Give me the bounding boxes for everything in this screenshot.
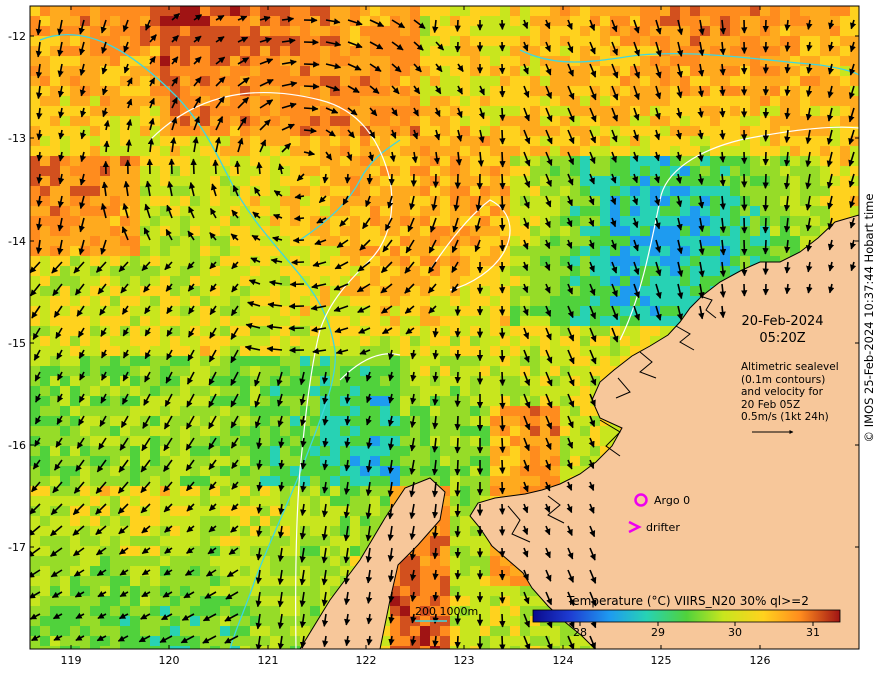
colorbar-tick-label: 30 [728,626,742,639]
lon-tick-label: 121 [257,654,279,667]
time-text: 05:20Z [759,331,806,346]
argo-label: Argo 0 [654,494,691,507]
copyright-text: © IMOS 25-Feb-2024 10:37:44 Hobart time [862,193,876,443]
lon-tick-label: 125 [650,654,672,667]
info-annotation: Altimetric sealevel (0.1m contours) and … [741,361,839,424]
lon-tick-label: 124 [552,654,574,667]
lon-tick-label: 123 [453,654,475,667]
lat-tick-label: -13 [8,132,26,145]
info-line: 20 Feb 05Z [741,398,801,411]
date-annotation: 20-Feb-2024 05:20Z [735,313,830,347]
contour-legend-label: 200 1000m [415,605,479,618]
lat-tick-label: -15 [8,337,26,350]
info-line: 0.5m/s (1kt 24h) [741,411,829,424]
lat-tick-label: -16 [8,439,26,452]
lat-tick-label: -14 [8,235,26,248]
colorbar-tick-label: 28 [573,626,587,639]
colorbar-tick-label: 29 [651,626,665,639]
colorbar [532,609,841,623]
lat-tick-label: -17 [8,541,26,554]
colorbar-title: Temperature (°C) VIIRS_N20 30% ql>=2 [567,594,809,608]
colorbar-tick-label: 31 [806,626,820,639]
date-text: 20-Feb-2024 [741,314,824,329]
lon-tick-label: 126 [749,654,771,667]
lat-tick-label: -12 [8,30,26,43]
lon-tick-label: 119 [60,654,82,667]
lon-tick-label: 120 [158,654,180,667]
info-line: Altimetric sealevel [741,361,839,373]
info-line: and velocity for [741,386,823,399]
drifter-label: drifter [646,521,680,534]
lon-tick-label: 122 [355,654,377,667]
info-line: (0.1m contours) [741,373,826,386]
